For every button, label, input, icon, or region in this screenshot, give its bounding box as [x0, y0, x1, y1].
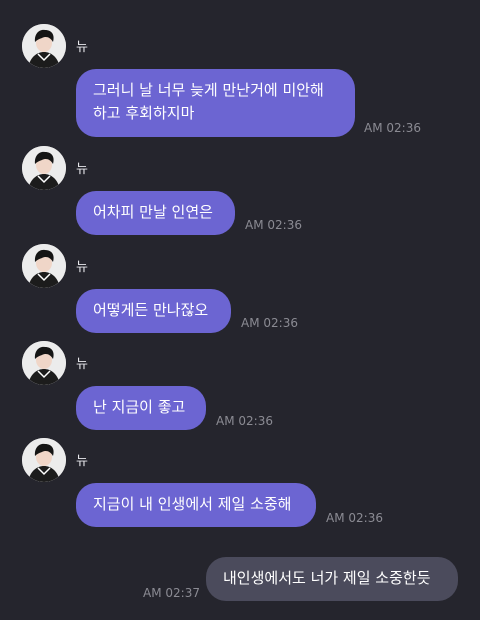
message-bubble[interactable]: 지금이 내 인생에서 제일 소중해 [76, 483, 316, 527]
avatar[interactable] [22, 341, 66, 385]
message-timestamp: AM 02:36 [245, 218, 302, 232]
my-message-bubble[interactable]: 내인생에서도 너가 제일 소중한듯 [206, 557, 458, 601]
message-bubble[interactable]: 어차피 만날 인연은 [76, 191, 235, 235]
sender-name: 뉴 [76, 260, 88, 275]
message-timestamp: AM 02:36 [326, 511, 383, 525]
sender-name: 뉴 [76, 40, 88, 55]
avatar[interactable] [22, 438, 66, 482]
message-bubble[interactable]: 난 지금이 좋고 [76, 386, 206, 430]
message-timestamp: AM 02:37 [143, 586, 200, 600]
avatar[interactable] [22, 24, 66, 68]
sender-name: 뉴 [76, 162, 88, 177]
sender-name: 뉴 [76, 357, 88, 372]
message-bubble[interactable]: 어떻게든 만나잖오 [76, 289, 231, 333]
avatar[interactable] [22, 244, 66, 288]
message-timestamp: AM 02:36 [241, 316, 298, 330]
message-timestamp: AM 02:36 [364, 121, 421, 135]
avatar[interactable] [22, 146, 66, 190]
message-timestamp: AM 02:36 [216, 414, 273, 428]
message-bubble[interactable]: 그러니 날 너무 늦게 만난거에 미안해 하고 후회하지마 [76, 69, 355, 137]
chat-screen: 뉴 그러니 날 너무 늦게 만난거에 미안해 하고 후회하지마 AM 02:36… [0, 0, 480, 620]
sender-name: 뉴 [76, 454, 88, 469]
